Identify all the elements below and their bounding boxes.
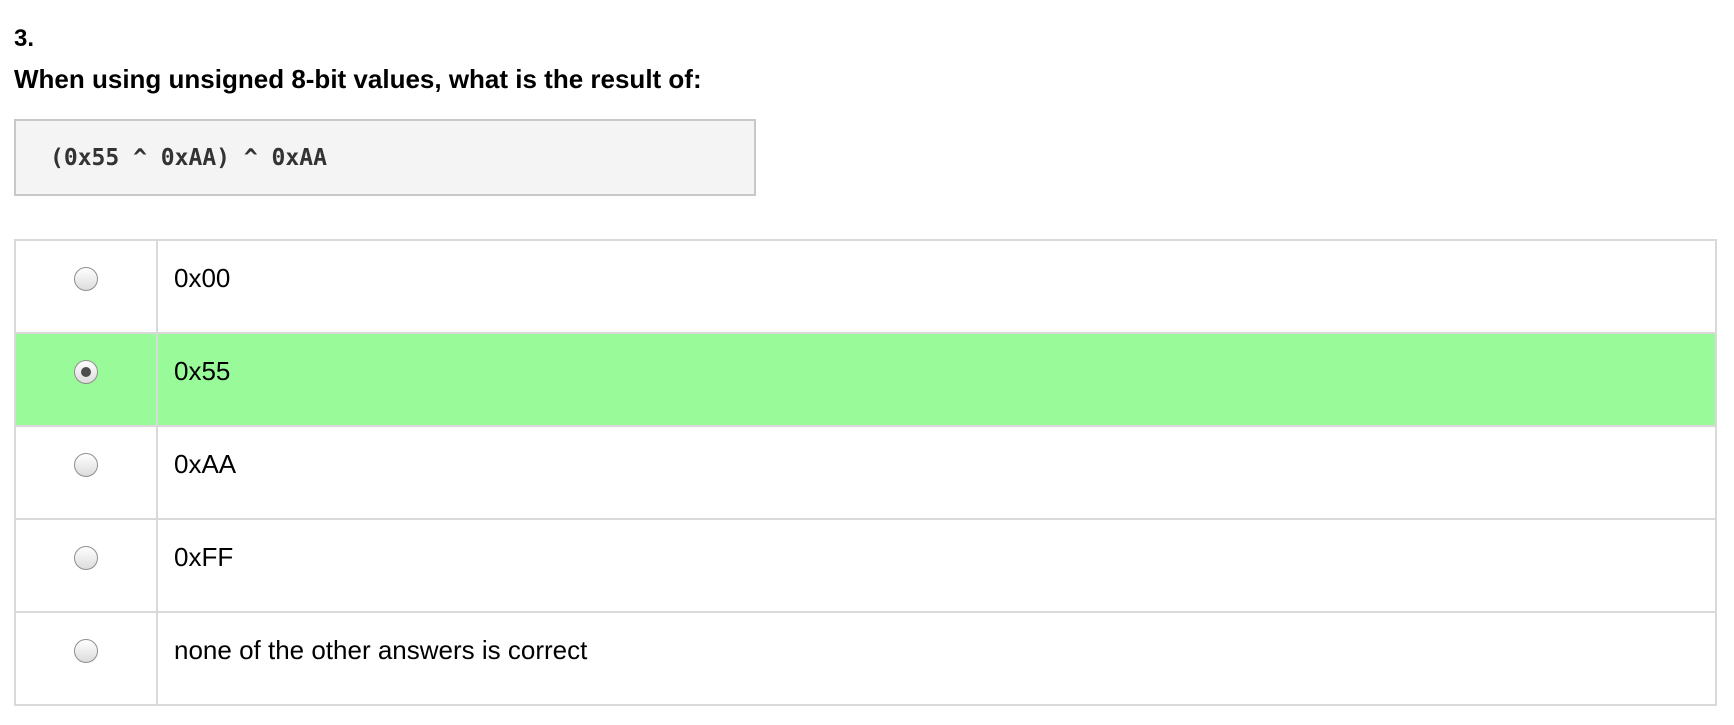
answer-label: 0x00 <box>174 263 231 293</box>
answer-label: 0xAA <box>174 449 237 479</box>
code-block: (0x55 ^ 0xAA) ^ 0xAA <box>14 119 756 196</box>
radio-cell[interactable] <box>14 332 158 427</box>
answer-label-cell[interactable]: 0xFF <box>156 518 1717 613</box>
radio-cell[interactable] <box>14 611 158 706</box>
answer-label-cell[interactable]: 0x55 <box>156 332 1717 427</box>
answer-label-cell[interactable]: none of the other answers is correct <box>156 611 1717 706</box>
radio-cell[interactable] <box>14 425 158 520</box>
answer-label-cell[interactable]: 0x00 <box>156 239 1717 334</box>
code-expression: (0x55 ^ 0xAA) ^ 0xAA <box>50 144 327 171</box>
answer-radio-none[interactable] <box>74 639 98 663</box>
answer-table: 0x00 0x55 0xAA 0xFF none of the other an… <box>14 239 1717 706</box>
radio-cell[interactable] <box>14 239 158 334</box>
answer-row-0xff[interactable]: 0xFF <box>14 518 1717 613</box>
answer-radio-0xaa[interactable] <box>74 453 98 477</box>
answer-label: none of the other answers is correct <box>174 635 588 665</box>
question-number: 3. <box>14 25 35 52</box>
answer-row-0x55[interactable]: 0x55 <box>14 332 1717 427</box>
answer-label: 0xFF <box>174 542 234 572</box>
question-text: When using unsigned 8-bit values, what i… <box>14 64 702 94</box>
answer-row-0x00[interactable]: 0x00 <box>14 239 1717 334</box>
answer-label-cell[interactable]: 0xAA <box>156 425 1717 520</box>
answer-radio-0x00[interactable] <box>74 267 98 291</box>
answer-radio-0x55[interactable] <box>74 360 98 384</box>
answer-row-none[interactable]: none of the other answers is correct <box>14 611 1717 706</box>
answer-radio-0xff[interactable] <box>74 546 98 570</box>
answer-label: 0x55 <box>174 356 231 386</box>
radio-cell[interactable] <box>14 518 158 613</box>
answer-row-0xaa[interactable]: 0xAA <box>14 425 1717 520</box>
